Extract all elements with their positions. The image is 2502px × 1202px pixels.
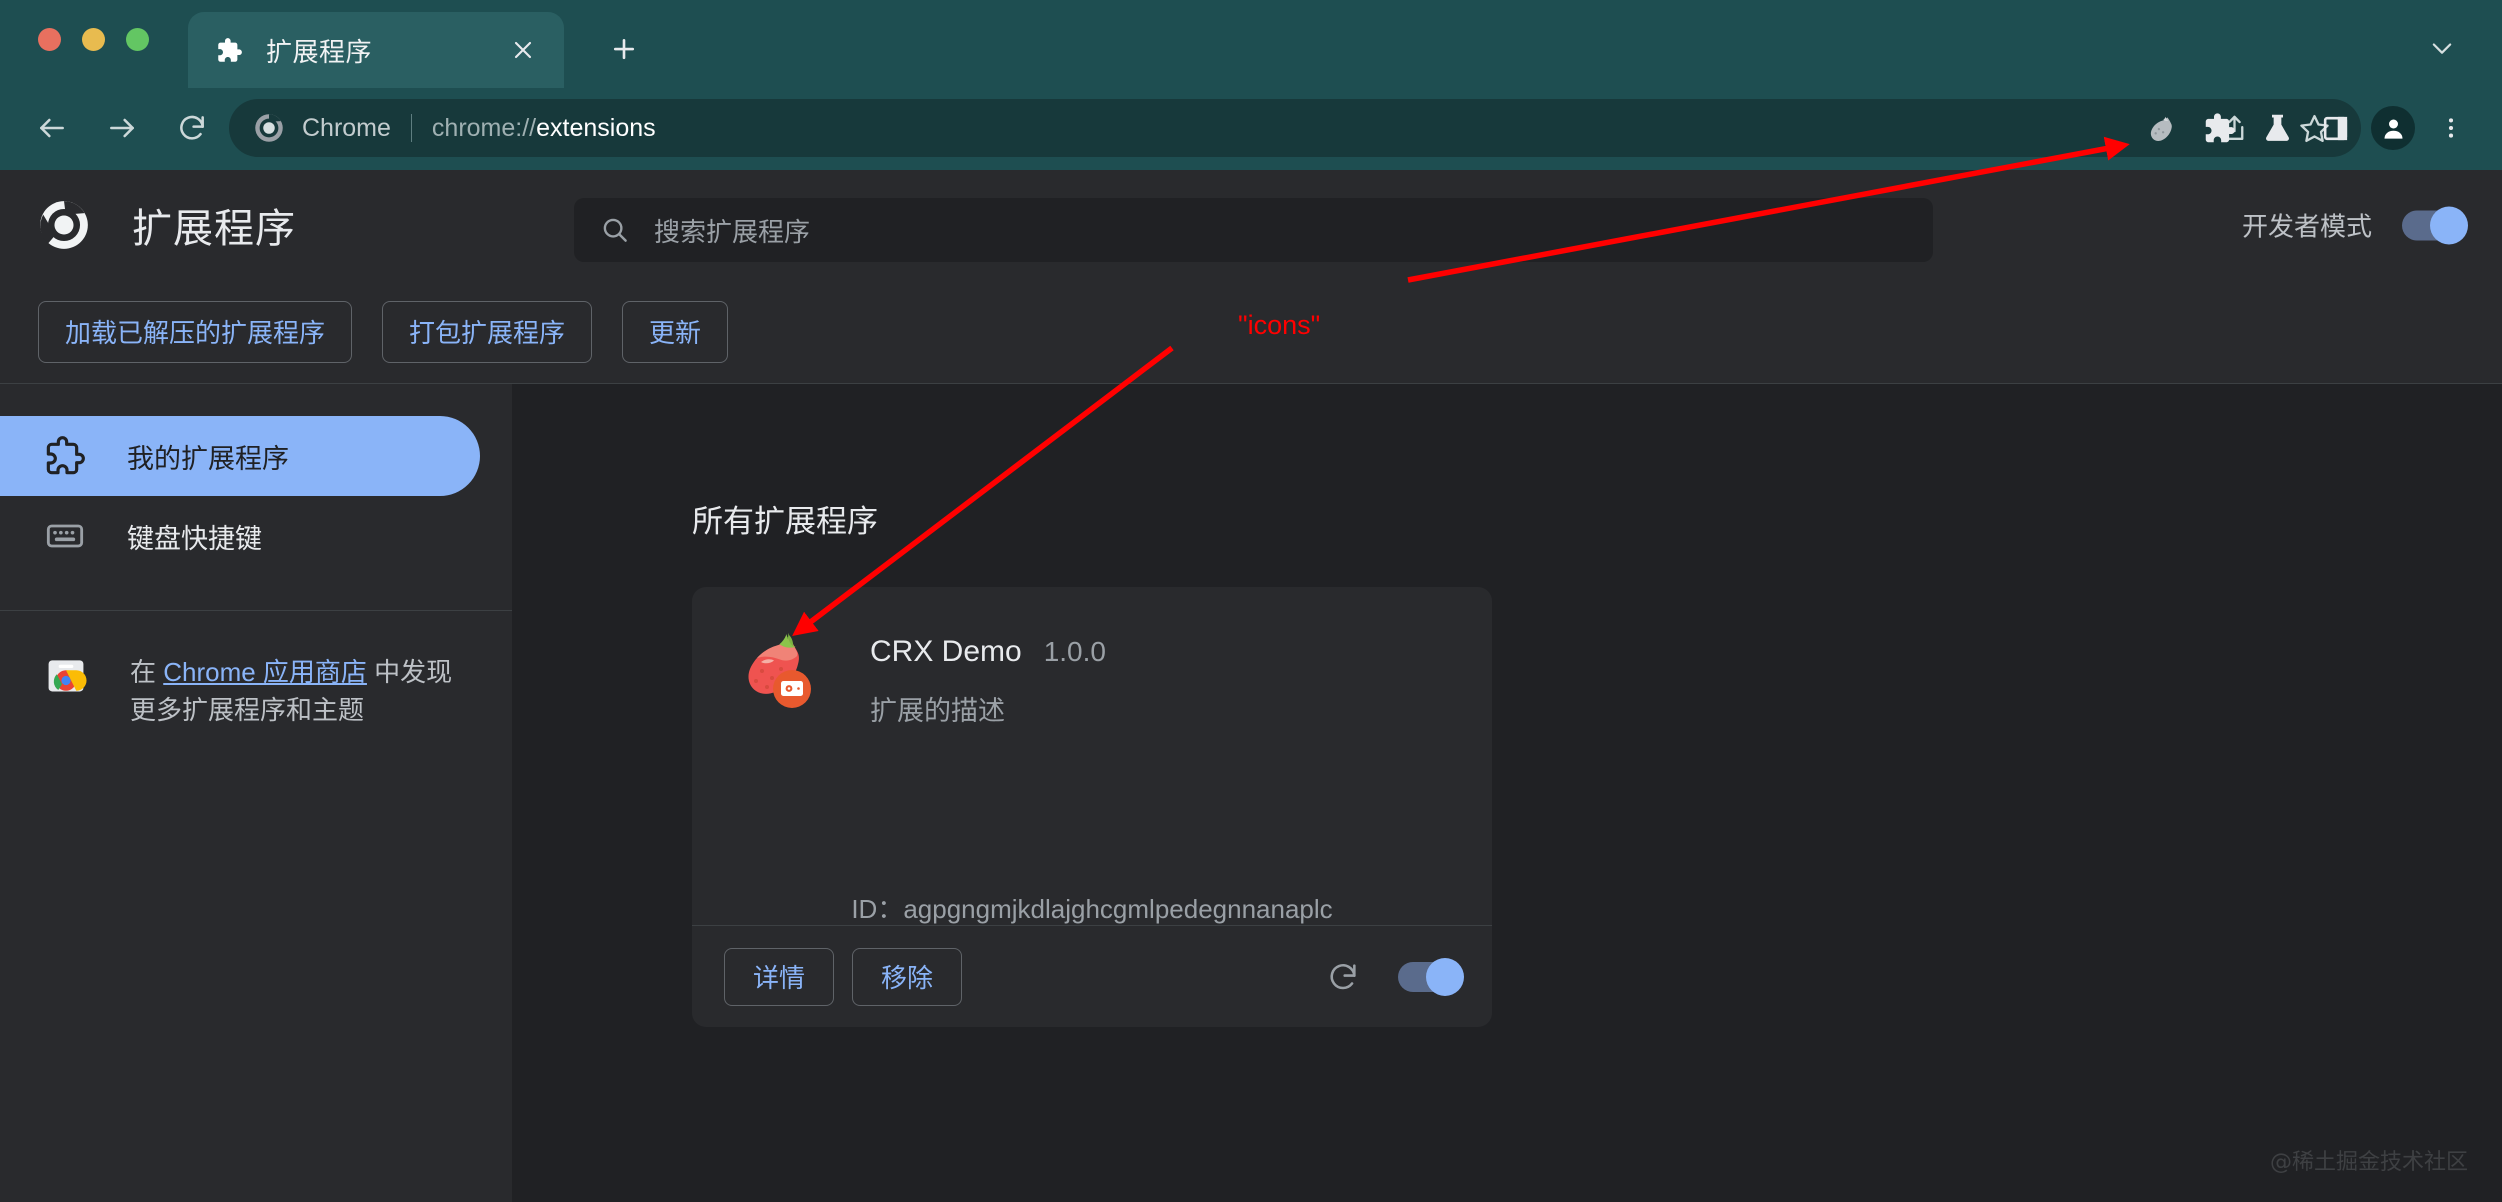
profile-avatar-icon[interactable] [2364,99,2422,157]
search-input[interactable]: 搜索扩展程序 [574,198,1933,262]
browser-tab-extensions[interactable]: 扩展程序 [188,12,564,88]
sidebar: 我的扩展程序 键盘快捷键 [0,384,512,1202]
toolbar-right-icons [2132,88,2480,168]
url-path: extensions [536,114,656,142]
load-unpacked-button[interactable]: 加载已解压的扩展程序 [38,301,352,363]
details-button[interactable]: 详情 [724,948,834,1006]
store-suffix: 中发现 [367,657,452,687]
extensions-header: 扩展程序 搜索扩展程序 开发者模式 [0,170,2502,280]
store-line2: 更多扩展程序和主题 [130,695,364,725]
extension-card-footer: 详情 移除 [692,925,1492,1027]
extension-enabled-toggle[interactable] [1398,962,1460,992]
reload-icon[interactable] [1326,960,1360,994]
annotation-icons-label: "icons" [1238,310,1320,341]
window-close-button[interactable] [38,28,61,51]
search-icon [600,215,630,245]
chrome-web-store-promo[interactable]: 在 Chrome 应用商店 中发现更多扩展程序和主题 [0,611,512,729]
sidebar-item-keyboard-shortcuts[interactable]: 键盘快捷键 [0,496,480,576]
extension-id-row: ID：agpgngmjkdlajghcgmlpedegnnanaplc [692,889,1492,926]
new-tab-button[interactable] [600,25,648,73]
search-placeholder: 搜索扩展程序 [654,212,810,249]
browser-window-frame: 扩展程序 [0,0,2502,170]
avatar [2371,106,2415,150]
traffic-lights [38,28,149,51]
forward-arrow-icon[interactable] [94,100,150,156]
reload-icon[interactable] [164,100,220,156]
extension-card: CRX Demo 1.0.0 扩展的描述 ID：agpgngmjkdlajghc… [692,587,1492,1027]
extension-meta: CRX Demo 1.0.0 扩展的描述 [870,629,1106,728]
keyboard-icon [45,516,85,556]
store-promo-text: 在 Chrome 应用商店 中发现更多扩展程序和主题 [130,653,452,729]
close-icon[interactable] [506,33,540,67]
puzzle-piece-icon [45,436,85,476]
omnibox-divider [411,114,412,142]
developer-mode-label: 开发者模式 [2242,207,2372,244]
chevron-down-icon[interactable] [2420,26,2464,70]
omnibox-url: chrome://extensions [432,114,656,143]
lab-flask-icon[interactable] [2248,99,2306,157]
extension-name-row: CRX Demo 1.0.0 [870,635,1106,669]
extensions-body: 我的扩展程序 键盘快捷键 [0,384,2502,1202]
tab-title: 扩展程序 [266,32,372,69]
browser-toolbar: Chrome chrome://extensions [0,88,2502,168]
sidebar-item-label: 键盘快捷键 [127,517,262,556]
developer-mode-toggle[interactable] [2402,210,2464,240]
puzzle-extensions-icon[interactable] [2190,99,2248,157]
developer-mode-control: 开发者模式 [2242,207,2464,244]
extensions-content: 所有扩展程序 [512,384,2502,1202]
window-minimize-button[interactable] [82,28,105,51]
three-dot-menu-icon[interactable] [2422,99,2480,157]
extension-name: CRX Demo [870,635,1022,669]
toggle-knob [1426,958,1464,996]
extension-id-label: ID： [851,894,903,924]
update-button[interactable]: 更新 [622,301,728,363]
watermark: @稀土掘金技术社区 [2270,1144,2468,1176]
page-title: 扩展程序 [132,196,296,254]
extension-id-value: agpgngmjkdlajghcgmlpedegnnanaplc [903,894,1332,924]
pack-extension-button[interactable]: 打包扩展程序 [382,301,592,363]
chrome-web-store-link[interactable]: Chrome 应用商店 [163,657,367,687]
sidebar-item-my-extensions[interactable]: 我的扩展程序 [0,416,480,496]
chrome-web-store-icon [44,653,88,697]
section-title: 所有扩展程序 [692,496,2502,541]
toggle-knob [2430,206,2468,244]
puzzle-piece-icon [216,37,243,64]
chrome-logo-icon [254,113,284,143]
extension-card-controls [1326,960,1460,994]
store-prefix: 在 [130,657,163,687]
extension-version: 1.0.0 [1044,636,1106,668]
side-panel-icon[interactable] [2306,99,2364,157]
address-bar[interactable]: Chrome chrome://extensions [229,99,2361,157]
back-arrow-icon[interactable] [24,100,80,156]
window-maximize-button[interactable] [126,28,149,51]
sidebar-item-label: 我的扩展程序 [127,437,289,476]
extension-description: 扩展的描述 [870,689,1106,728]
strawberry-extension-icon[interactable] [2132,99,2190,157]
tab-strip: 扩展程序 [0,0,2502,88]
extension-card-header: CRX Demo 1.0.0 扩展的描述 [692,587,1492,728]
url-scheme: chrome:// [432,114,536,142]
chrome-logo-icon [38,199,90,251]
strawberry-icon [732,629,814,711]
remove-button[interactable]: 移除 [852,948,962,1006]
omnibox-chip-label: Chrome [302,114,391,143]
